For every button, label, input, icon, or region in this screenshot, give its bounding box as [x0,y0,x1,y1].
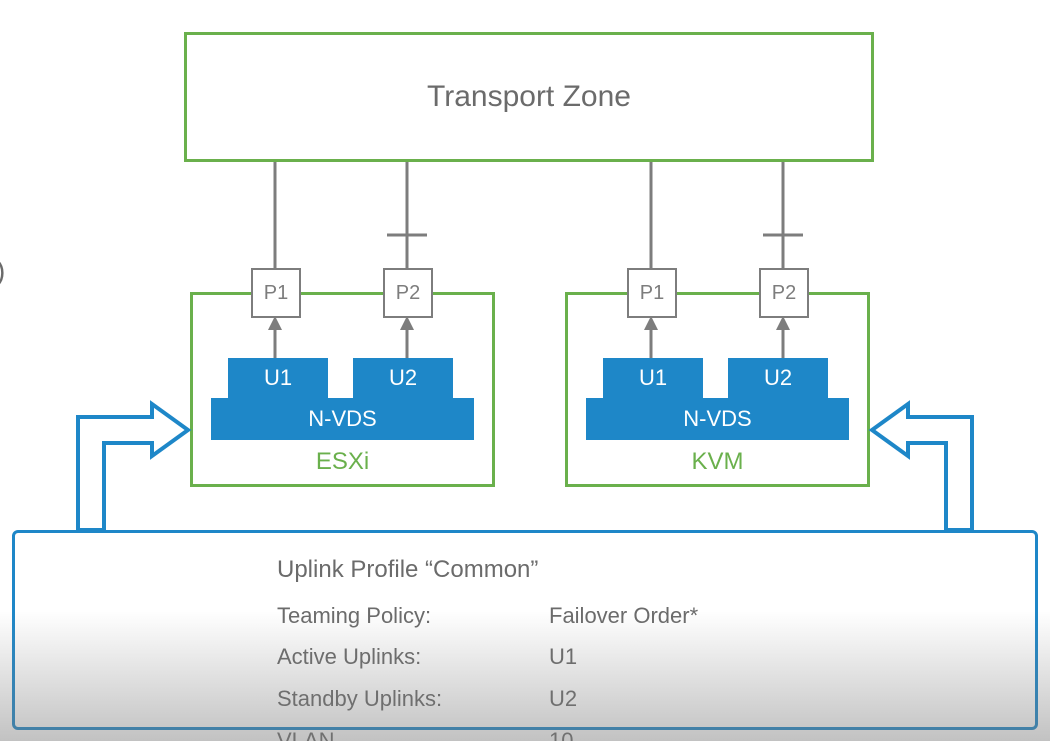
profile-val-vlan: 10 [549,720,573,741]
profile-val-standby: U2 [549,678,577,720]
kvm-nvds: N-VDS [586,398,849,440]
kvm-uplink-u1: U1 [603,358,703,398]
profile-row-vlan: VLAN 10 [277,720,698,741]
profile-key-teaming: Teaming Policy: [277,595,549,637]
profile-title: Uplink Profile “Common” [277,547,698,593]
esxi-uplink-u1: U1 [228,358,328,398]
profile-val-active: U1 [549,636,577,678]
kvm-label: KVM [568,448,867,476]
profile-key-standby: Standby Uplinks: [277,678,549,720]
profile-key-vlan: VLAN [277,720,549,741]
esxi-uplink-u2: U2 [353,358,453,398]
profile-row-standby: Standby Uplinks: U2 [277,678,698,720]
transport-zone-label: Transport Zone [427,80,631,114]
profile-row-active: Active Uplinks: U1 [277,636,698,678]
host-esxi-box: U1 U2 N-VDS ESXi [190,292,495,487]
port-esxi-p1: P1 [251,268,301,318]
kvm-uplink-u2: U2 [728,358,828,398]
transport-zone-box: Transport Zone [184,32,874,162]
stray-paren: ) [0,255,5,287]
profile-val-teaming: Failover Order* [549,595,698,637]
esxi-nvds: N-VDS [211,398,474,440]
port-kvm-p2: P2 [759,268,809,318]
host-kvm-box: U1 U2 N-VDS KVM [565,292,870,487]
profile-key-active: Active Uplinks: [277,636,549,678]
esxi-label: ESXi [193,448,492,476]
profile-row-teaming: Teaming Policy: Failover Order* [277,595,698,637]
uplink-profile-box: Uplink Profile “Common” Teaming Policy: … [12,530,1038,730]
port-kvm-p1: P1 [627,268,677,318]
port-esxi-p2: P2 [383,268,433,318]
